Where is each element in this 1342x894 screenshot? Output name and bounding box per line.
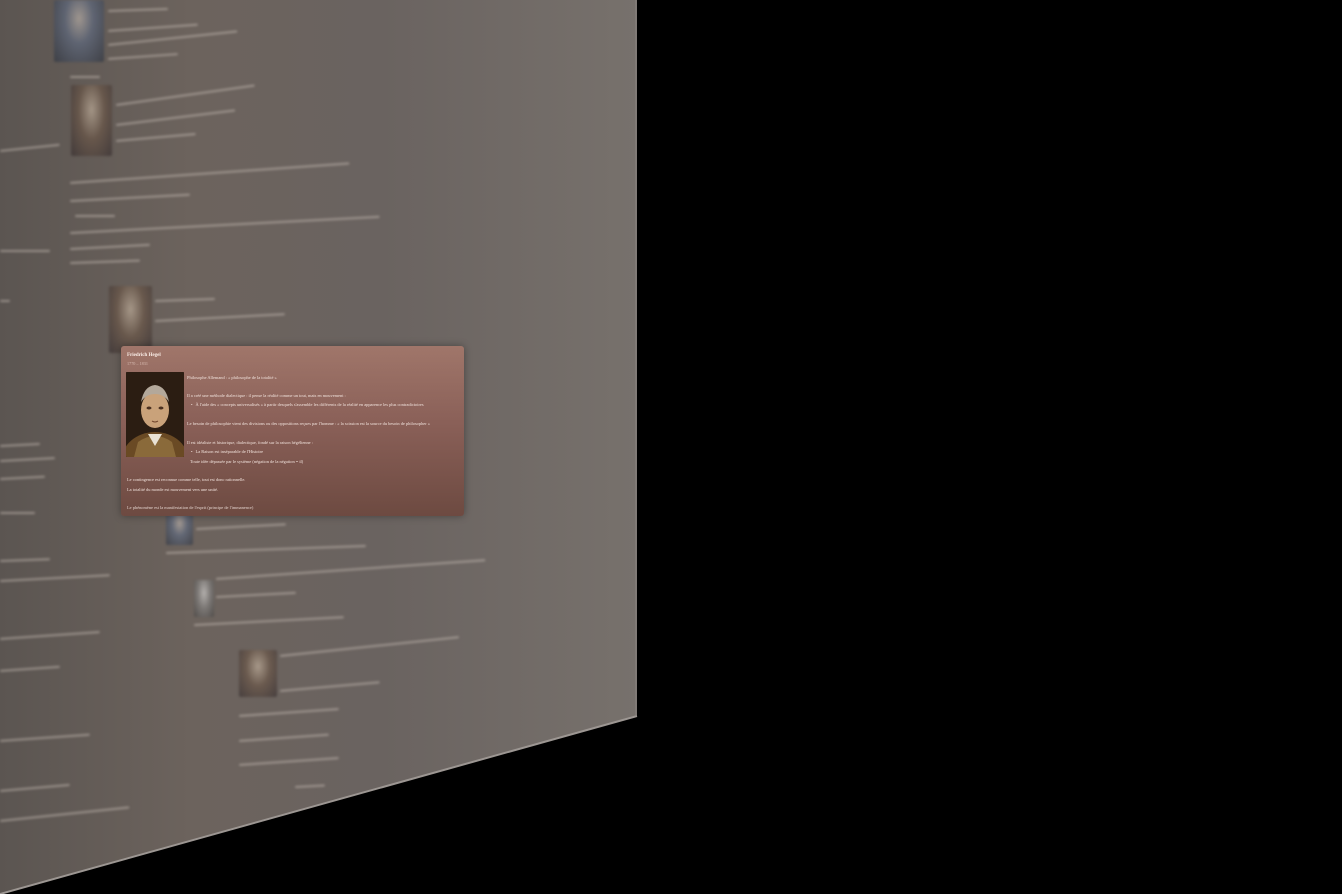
popup-text: Le besoin de philosophie vient des divis… bbox=[187, 421, 430, 427]
popup-bullet: À l'aide des « concepts universalisés » … bbox=[191, 402, 424, 408]
popup-text: La totalité du monde est mouvement vers … bbox=[127, 487, 218, 493]
popup-overflow-text: Le phénomène est la manifestation de l'e… bbox=[127, 505, 253, 511]
philosopher-years: 1770 – 1831 bbox=[127, 361, 148, 366]
portrait-thumbnail[interactable] bbox=[109, 286, 152, 353]
portrait-thumbnail[interactable] bbox=[166, 514, 193, 545]
portrait-thumbnail[interactable] bbox=[239, 650, 277, 697]
popup-text: Toute idée dépassée par le système (néga… bbox=[190, 459, 303, 465]
philosopher-name: Friedrich Hegel bbox=[127, 353, 161, 359]
philosopher-portrait bbox=[126, 372, 184, 457]
portrait-thumbnail[interactable] bbox=[54, 0, 104, 62]
popup-bullet: La Raison est inséparable de l'Histoire bbox=[191, 449, 263, 455]
philosopher-popup-card[interactable]: Friedrich Hegel 1770 – 1831 Philosophe A… bbox=[121, 346, 464, 516]
popup-text: Le contingence est reconnue comme telle,… bbox=[127, 477, 245, 483]
popup-text: Il a créé une méthode dialectique : il p… bbox=[187, 393, 346, 399]
portrait-thumbnail[interactable] bbox=[194, 580, 214, 617]
popup-tagline: Philosophe Allemand : « philosophe de la… bbox=[187, 375, 277, 381]
popup-text: Il est idéaliste et historique, dialecti… bbox=[187, 440, 313, 446]
page-viewport: Friedrich Hegel 1770 – 1831 Philosophe A… bbox=[0, 0, 1342, 894]
portrait-thumbnail[interactable] bbox=[71, 85, 112, 156]
